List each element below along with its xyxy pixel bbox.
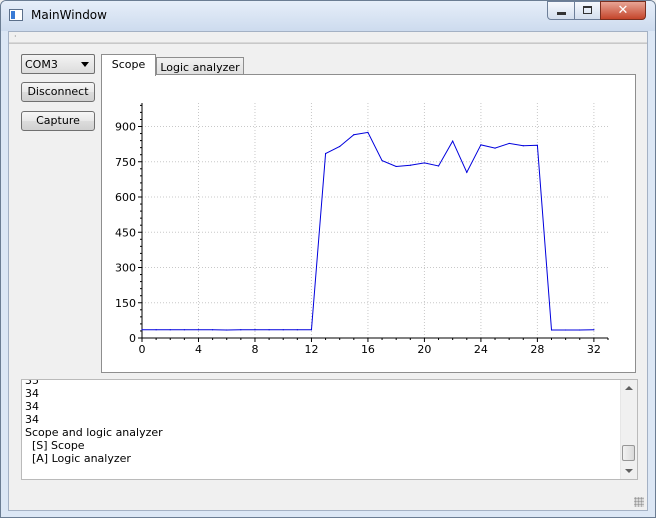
disconnect-button[interactable]: Disconnect <box>21 82 95 102</box>
toolbar-separator <box>9 43 647 44</box>
y-tick-label: 0 <box>129 332 136 345</box>
client-area: · COM3 Disconnect Capture Scope Logic an… <box>8 31 648 511</box>
x-tick-label: 32 <box>587 343 601 356</box>
data-point <box>324 152 327 155</box>
scope-chart[interactable]: 0 4 8 12 16 20 24 28 32 0 150 300 450 600 750 900 <box>102 75 635 372</box>
console-output[interactable]: 35 34 34 34 Scope and logic analyzer [S] Sco… <box>21 379 638 480</box>
data-point <box>254 329 256 331</box>
data-point <box>452 140 454 142</box>
data-point <box>310 329 313 331</box>
scroll-up-icon[interactable] <box>625 386 633 390</box>
menu-bar[interactable]: · <box>9 32 647 43</box>
y-tick-label: 150 <box>115 297 136 310</box>
x-tick-label: 0 <box>139 343 146 356</box>
console-scrollbar[interactable] <box>620 380 637 479</box>
data-point <box>536 144 538 146</box>
y-tick-label: 450 <box>115 226 136 239</box>
data-point <box>155 329 157 331</box>
x-tick-label: 20 <box>417 343 431 356</box>
x-tick-label: 4 <box>195 343 202 356</box>
scope-panel: 0 4 8 12 16 20 24 28 32 0 150 300 450 600 750 900 <box>101 74 636 373</box>
data-point <box>339 145 341 148</box>
data-point <box>593 329 595 331</box>
data-point <box>409 164 411 166</box>
y-tick-label: 750 <box>115 156 136 169</box>
data-point <box>183 329 185 331</box>
console-line: [A] Logic analyzer <box>25 452 131 465</box>
data-point <box>240 329 242 331</box>
data-point <box>197 329 200 331</box>
console-line: 34 <box>25 413 39 426</box>
menu-bar-extension-icon: · <box>14 32 17 41</box>
data-point <box>353 134 355 136</box>
minimize-icon <box>557 12 566 15</box>
main-window: MainWindow ✕ · COM3 Disconnect Capture S… <box>0 0 656 518</box>
data-point <box>423 162 426 164</box>
x-tick-label: 24 <box>474 343 488 356</box>
port-select[interactable]: COM3 <box>21 54 95 74</box>
close-icon: ✕ <box>617 3 629 18</box>
chevron-down-icon <box>81 62 89 67</box>
minimize-button[interactable] <box>547 1 575 20</box>
data-point <box>466 171 468 173</box>
x-tick-label: 8 <box>251 343 258 356</box>
data-point <box>367 131 369 133</box>
y-tick-label: 900 <box>115 121 136 134</box>
x-tick-label: 28 <box>530 343 544 356</box>
data-point <box>494 147 496 149</box>
data-point <box>522 145 524 147</box>
data-point <box>268 329 270 331</box>
console-line: 34 <box>25 387 39 400</box>
console-lines: 35 34 34 34 Scope and logic analyzer [S] Sco… <box>25 379 615 465</box>
scroll-thumb[interactable] <box>622 445 635 461</box>
data-point <box>141 329 143 331</box>
y-tick-label: 600 <box>115 191 136 204</box>
app-icon <box>9 9 23 21</box>
x-tick-label: 12 <box>304 343 318 356</box>
data-point <box>437 165 440 167</box>
console-line: 35 <box>25 379 39 387</box>
data-point <box>579 329 581 331</box>
data-point <box>395 165 397 168</box>
data-point <box>565 329 567 331</box>
data-point <box>296 329 298 331</box>
data-point <box>508 142 510 145</box>
data-point <box>169 329 171 331</box>
data-point <box>381 159 383 162</box>
x-tick-label: 16 <box>361 343 375 356</box>
tab-scope[interactable]: Scope <box>101 54 156 76</box>
maximize-icon <box>583 6 592 14</box>
capture-button[interactable]: Capture <box>21 111 95 131</box>
close-button[interactable]: ✕ <box>600 1 646 20</box>
console-line: Scope and logic analyzer <box>25 426 163 439</box>
data-point <box>282 329 284 331</box>
data-point <box>480 144 482 146</box>
resize-grip[interactable] <box>634 497 644 507</box>
maximize-button[interactable] <box>574 1 601 20</box>
console-line: [S] Scope <box>25 439 85 452</box>
window-title: MainWindow <box>31 8 107 22</box>
data-point <box>212 329 214 331</box>
port-select-value: COM3 <box>25 58 58 71</box>
title-bar[interactable]: MainWindow ✕ <box>1 1 655 31</box>
console-line: 34 <box>25 400 39 413</box>
data-point <box>550 329 553 331</box>
data-point <box>226 329 228 331</box>
scroll-down-icon[interactable] <box>625 469 633 473</box>
y-tick-label: 300 <box>115 262 136 275</box>
